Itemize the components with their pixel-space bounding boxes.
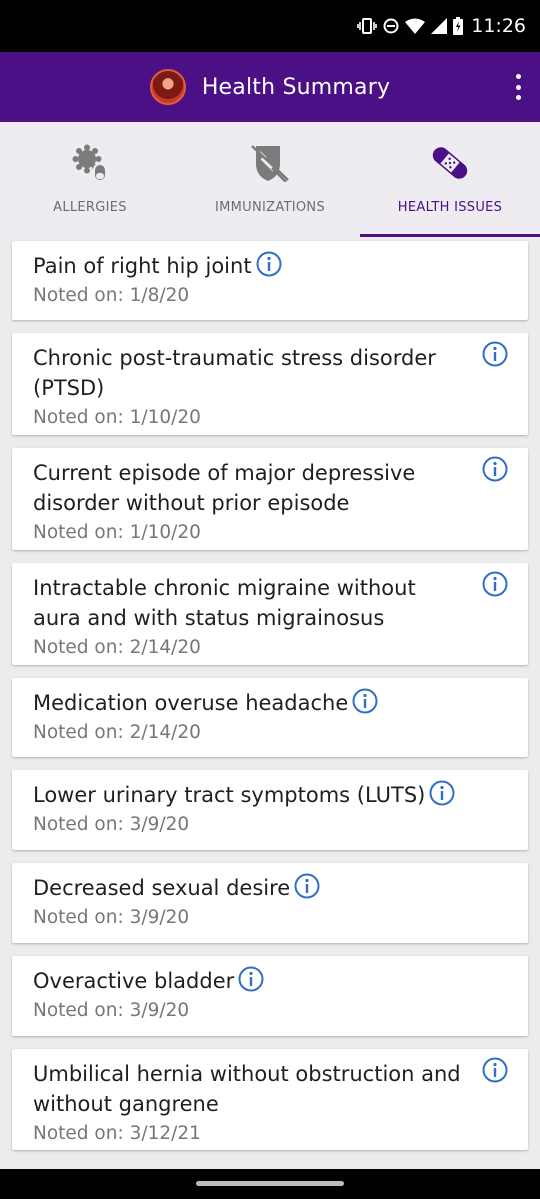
system-nav-bar <box>0 1169 540 1199</box>
info-icon[interactable] <box>482 456 508 482</box>
list-item[interactable]: Pain of right hip joint Noted on: 1/8/20 <box>12 241 528 320</box>
noted-date: Noted on: 3/9/20 <box>33 814 190 835</box>
issue-name: Pain of right hip joint <box>33 254 252 278</box>
wifi-icon <box>405 18 426 34</box>
dnd-icon <box>383 18 399 34</box>
noted-date: Noted on: 1/10/20 <box>33 522 201 543</box>
noted-date: Noted on: 1/8/20 <box>33 285 190 306</box>
list-item[interactable]: Overactive bladder Noted on: 3/9/20 <box>12 956 528 1036</box>
info-icon[interactable] <box>294 873 320 899</box>
info-icon[interactable] <box>352 688 378 714</box>
tab-label: ALLERGIES <box>53 200 127 215</box>
info-icon[interactable] <box>238 966 264 992</box>
vibrate-icon <box>357 18 378 34</box>
list-item[interactable]: Medication overuse headache Noted on: 2/… <box>12 678 528 757</box>
list-item[interactable]: Lower urinary tract symptoms (LUTS) Note… <box>12 770 528 850</box>
issue-name: Intractable chronic migraine without aur… <box>33 576 416 630</box>
issue-name: Chronic post-traumatic stress disorder (… <box>33 346 436 400</box>
noted-date: Noted on: 1/10/20 <box>33 407 201 428</box>
info-icon[interactable] <box>482 341 508 367</box>
tab-label: IMMUNIZATIONS <box>214 200 325 215</box>
status-bar: 11:26 <box>0 0 540 52</box>
noted-date: Noted on: 3/12/21 <box>33 1123 201 1144</box>
tab-label: HEALTH ISSUES <box>397 200 503 215</box>
home-gesture-handle[interactable] <box>196 1181 344 1186</box>
avatar[interactable] <box>149 69 186 105</box>
info-icon[interactable] <box>482 571 508 597</box>
list-item[interactable]: Intractable chronic migraine without aur… <box>12 563 528 665</box>
issue-name: Medication overuse headache <box>33 691 349 715</box>
issue-name: Decreased sexual desire <box>33 876 291 900</box>
battery-icon <box>453 17 464 35</box>
noted-date: Noted on: 2/14/20 <box>33 637 201 658</box>
list-item[interactable]: Decreased sexual desire Noted on: 3/9/20 <box>12 863 528 943</box>
info-icon[interactable] <box>429 780 455 806</box>
issue-name: Overactive bladder <box>33 969 235 993</box>
list-item[interactable]: Current episode of major depressive diso… <box>12 448 528 550</box>
noted-date: Noted on: 3/9/20 <box>33 1000 190 1021</box>
issue-name: Current episode of major depressive diso… <box>33 461 416 515</box>
bandage-icon <box>432 147 468 179</box>
app-bar: Health Summary <box>0 52 540 122</box>
overflow-menu-icon[interactable] <box>514 74 522 100</box>
signal-icon <box>431 18 448 34</box>
noted-date: Noted on: 2/14/20 <box>33 722 201 743</box>
vaccine-icon <box>251 145 289 182</box>
tab-bar: ALLERGIES IMMUNIZATIONS HEALTH ISSUES <box>0 122 540 237</box>
list-item[interactable]: Umbilical hernia without obstruction and… <box>12 1049 528 1150</box>
noted-date: Noted on: 3/9/20 <box>33 907 190 928</box>
clock-time: 11:26 <box>471 15 526 37</box>
list-item[interactable]: Chronic post-traumatic stress disorder (… <box>12 333 528 435</box>
tab-health-issues[interactable]: HEALTH ISSUES <box>360 122 540 237</box>
page-title: Health Summary <box>201 74 391 100</box>
tab-allergies[interactable]: ALLERGIES <box>0 122 180 237</box>
info-icon[interactable] <box>482 1057 508 1083</box>
issue-name: Umbilical hernia without obstruction and… <box>33 1062 461 1116</box>
allergy-icon <box>72 144 107 182</box>
health-issues-list: Pain of right hip joint Noted on: 1/8/20… <box>12 241 528 1163</box>
tab-immunizations[interactable]: IMMUNIZATIONS <box>180 122 360 237</box>
issue-name: Lower urinary tract symptoms (LUTS) <box>33 783 426 807</box>
info-icon[interactable] <box>256 251 282 277</box>
